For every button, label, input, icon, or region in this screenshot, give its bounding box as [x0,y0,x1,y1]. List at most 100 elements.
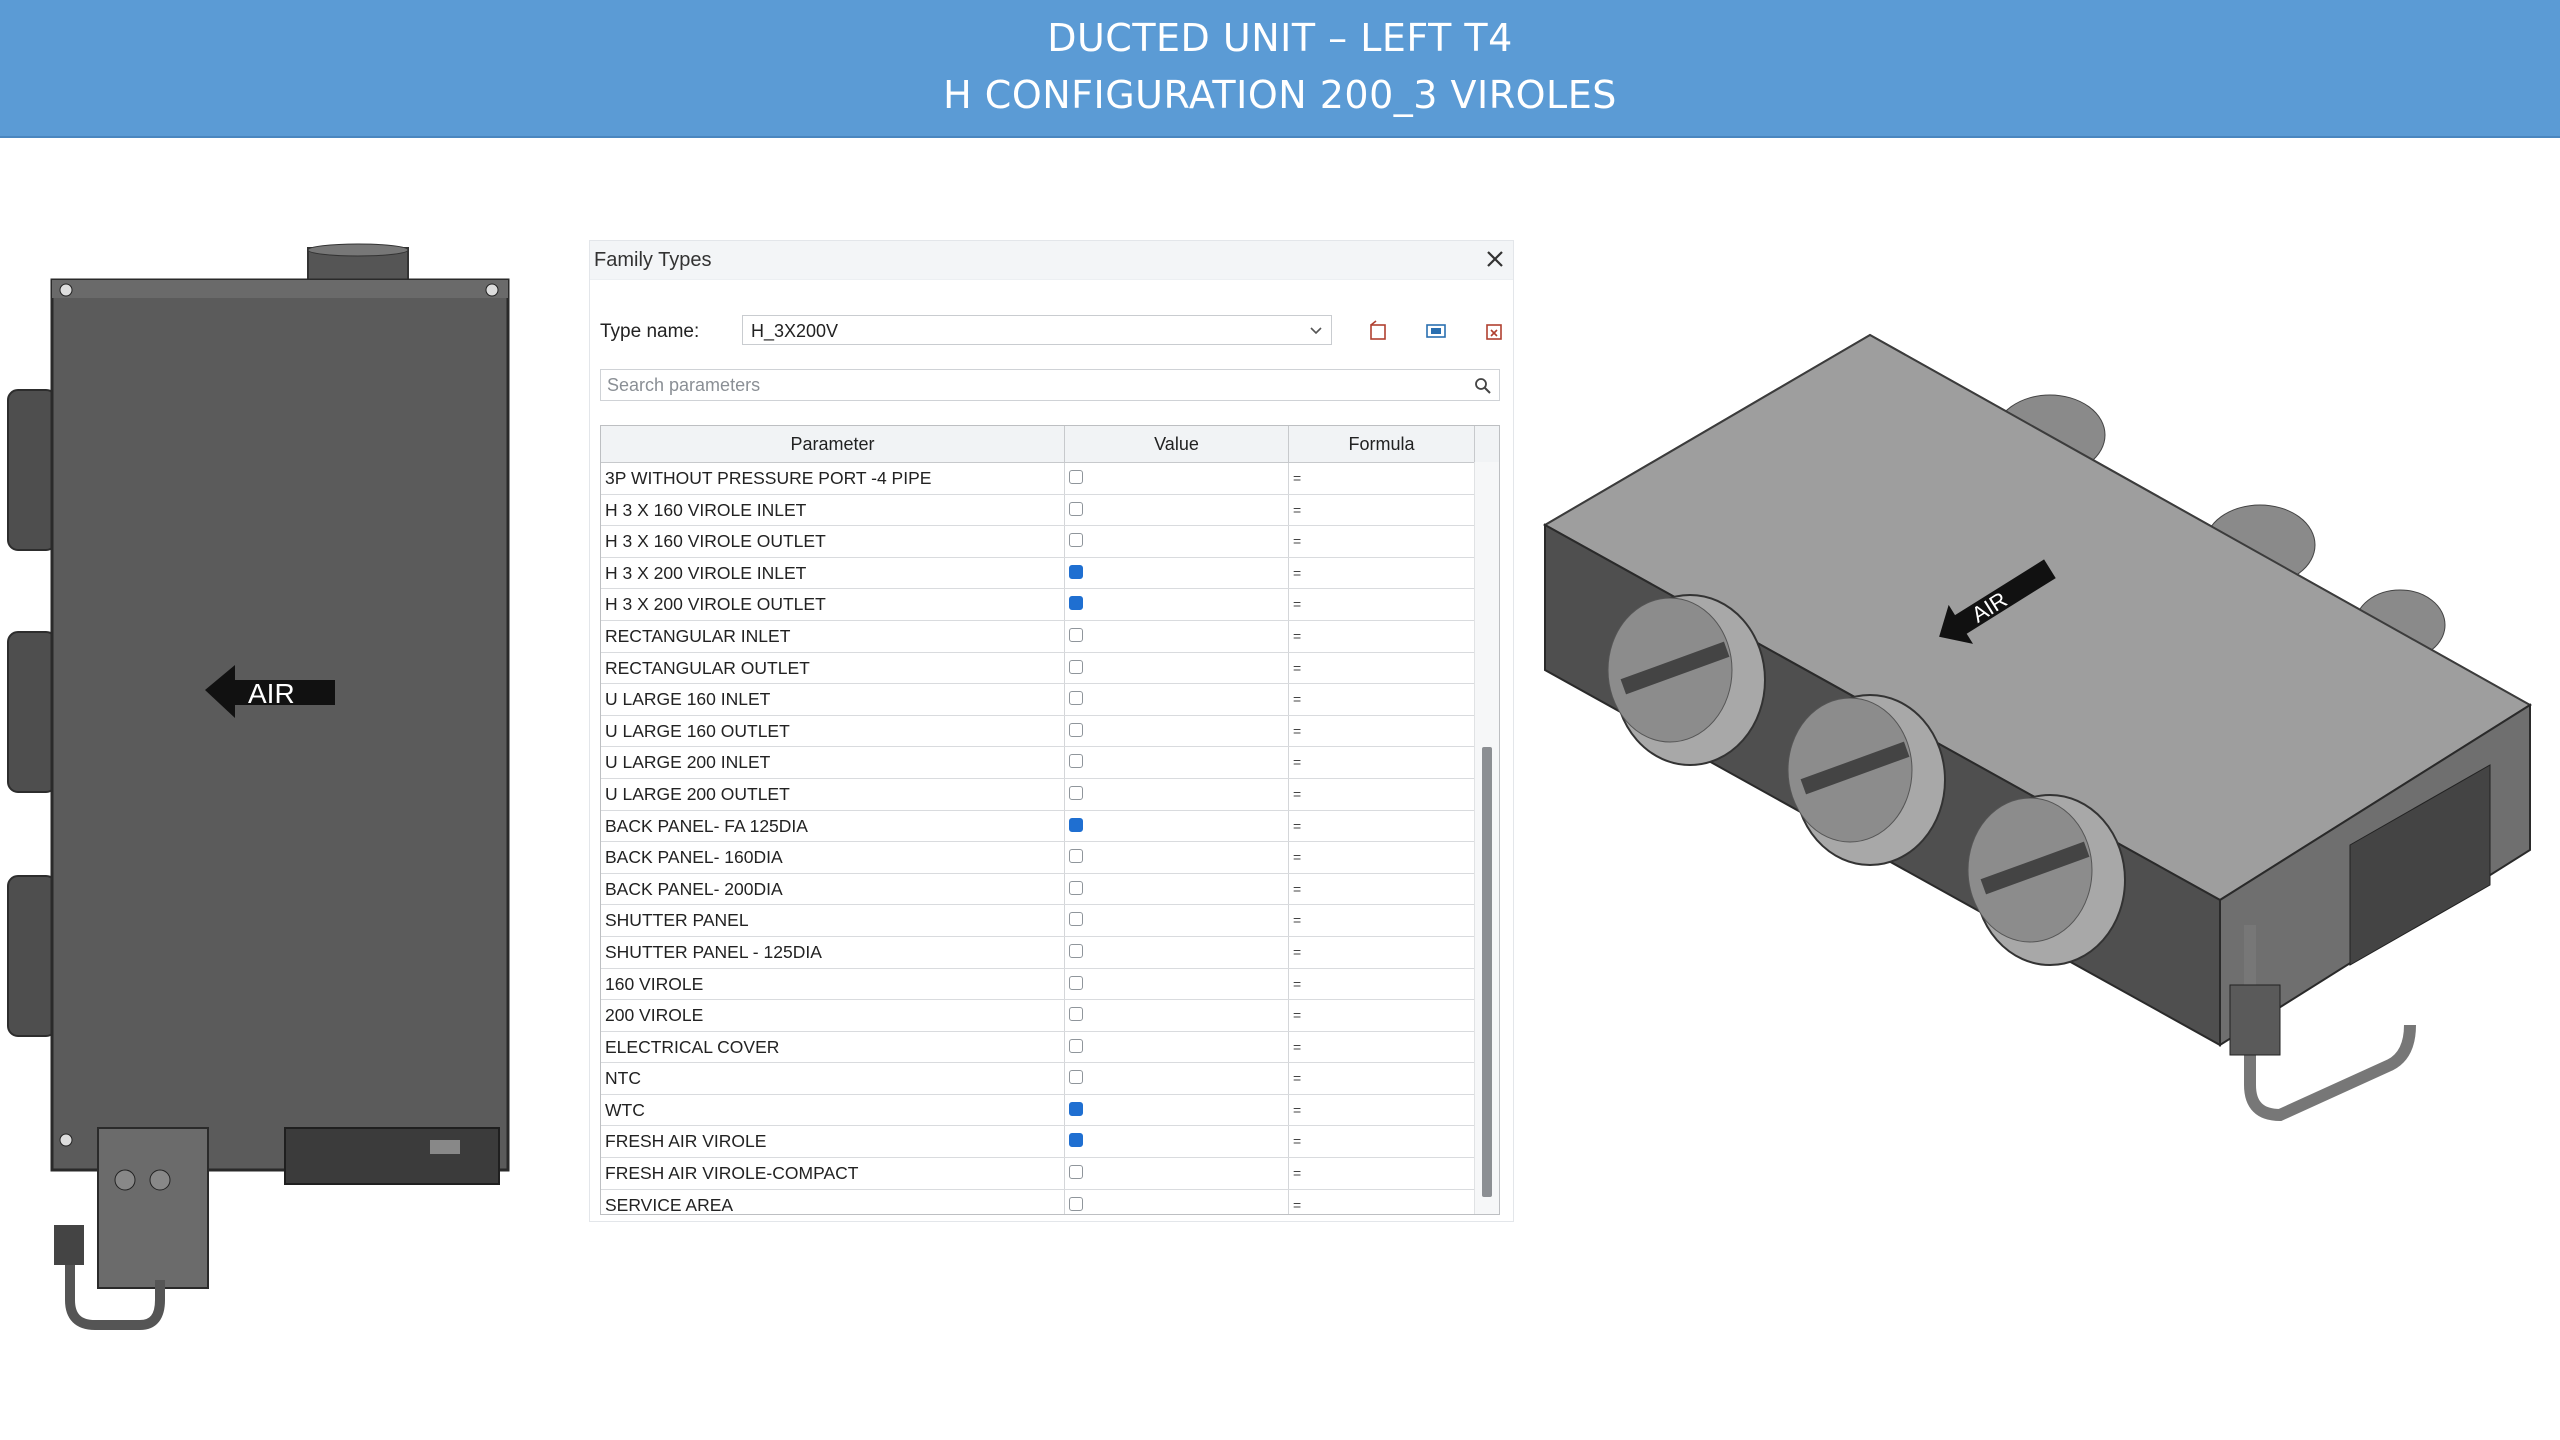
table-row[interactable]: BACK PANEL- FA 125DIA = [601,810,1499,843]
value-cell [1065,589,1289,620]
parameter-name: U LARGE 160 OUTLET [601,715,1065,747]
table-row[interactable]: WTC = [601,1094,1499,1127]
checkbox[interactable] [1069,722,1083,737]
formula-cell[interactable]: = [1289,905,1475,936]
formula-cell[interactable]: = [1289,463,1475,494]
checkbox[interactable] [1069,659,1083,674]
formula-cell[interactable]: = [1289,968,1475,1000]
parameter-name: H 3 X 200 VIROLE OUTLET [601,589,1065,620]
table-row[interactable]: RECTANGULAR OUTLET = [601,652,1499,685]
table-row[interactable]: U LARGE 200 OUTLET = [601,778,1499,811]
value-cell [1065,652,1289,684]
search-parameters-input[interactable]: Search parameters [600,369,1500,401]
table-row[interactable]: U LARGE 200 INLET = [601,747,1499,779]
value-cell [1065,463,1289,494]
table-row[interactable]: H 3 X 160 VIROLE OUTLET = [601,526,1499,558]
formula-cell[interactable]: = [1289,1031,1475,1063]
delete-type-icon[interactable] [1480,317,1508,345]
checkbox-checked[interactable] [1069,1101,1083,1116]
column-header-formula[interactable]: Formula [1289,426,1475,462]
table-row[interactable]: SHUTTER PANEL - 125DIA = [601,936,1499,969]
checkbox[interactable] [1069,849,1083,864]
table-row[interactable]: 160 VIROLE = [601,968,1499,1001]
formula-cell[interactable]: = [1289,1000,1475,1031]
checkbox[interactable] [1069,1196,1083,1211]
column-header-value[interactable]: Value [1065,426,1289,462]
type-name-dropdown[interactable]: H_3X200V [742,315,1332,345]
table-row[interactable]: FRESH AIR VIROLE = [601,1126,1499,1159]
search-placeholder: Search parameters [607,375,761,395]
checkbox[interactable] [1069,1165,1083,1180]
checkbox[interactable] [1069,501,1083,516]
table-row[interactable]: ELECTRICAL COVER = [601,1031,1499,1064]
dialog-titlebar: Family Types [590,241,1513,280]
value-cell [1065,968,1289,1000]
table-row[interactable]: U LARGE 160 INLET = [601,684,1499,716]
formula-cell[interactable]: = [1289,810,1475,842]
value-cell [1065,1094,1289,1126]
formula-cell[interactable]: = [1289,1063,1475,1094]
checkbox[interactable] [1069,1070,1083,1085]
table-row[interactable]: BACK PANEL- 200DIA = [601,873,1499,906]
checkbox[interactable] [1069,754,1083,769]
formula-cell[interactable]: = [1289,557,1475,589]
formula-cell[interactable]: = [1289,1126,1475,1158]
checkbox-checked[interactable] [1069,596,1083,611]
checkbox[interactable] [1069,880,1083,895]
formula-cell[interactable]: = [1289,842,1475,873]
table-row[interactable]: H 3 X 200 VIROLE OUTLET = [601,589,1499,621]
table-row[interactable]: 200 VIROLE = [601,1000,1499,1032]
search-icon[interactable] [1473,376,1493,396]
formula-cell[interactable]: = [1289,620,1475,652]
value-cell [1065,936,1289,968]
table-row[interactable]: H 3 X 160 VIROLE INLET = [601,494,1499,527]
parameter-name: RECTANGULAR INLET [601,620,1065,652]
new-type-icon[interactable] [1364,317,1392,345]
formula-cell[interactable]: = [1289,526,1475,557]
checkbox[interactable] [1069,975,1083,990]
column-header-parameter[interactable]: Parameter [601,426,1065,462]
checkbox[interactable] [1069,627,1083,642]
formula-equals-mark: = [1293,627,1302,644]
checkbox[interactable] [1069,785,1083,800]
formula-cell[interactable]: = [1289,684,1475,715]
checkbox-checked[interactable] [1069,564,1083,579]
formula-cell[interactable]: = [1289,589,1475,620]
table-row[interactable]: H 3 X 200 VIROLE INLET = [601,557,1499,590]
formula-cell[interactable]: = [1289,936,1475,968]
table-row[interactable]: FRESH AIR VIROLE-COMPACT = [601,1158,1499,1190]
checkbox[interactable] [1069,1038,1083,1053]
checkbox[interactable] [1069,912,1083,927]
formula-cell[interactable]: = [1289,873,1475,905]
table-row[interactable]: BACK PANEL- 160DIA = [601,842,1499,874]
table-scrollbar[interactable] [1474,462,1499,1214]
table-row[interactable]: U LARGE 160 OUTLET = [601,715,1499,748]
table-row[interactable]: SERVICE AREA = [601,1189,1499,1214]
close-icon[interactable] [1481,245,1509,273]
checkbox[interactable] [1069,943,1083,958]
table-row[interactable]: SHUTTER PANEL = [601,905,1499,937]
rename-type-icon[interactable] [1422,317,1450,345]
formula-cell[interactable]: = [1289,747,1475,778]
scrollbar-thumb[interactable] [1482,747,1492,1197]
checkbox[interactable] [1069,470,1083,484]
formula-cell[interactable]: = [1289,494,1475,526]
formula-cell[interactable]: = [1289,1189,1475,1214]
checkbox-checked[interactable] [1069,1133,1083,1148]
formula-cell[interactable]: = [1289,652,1475,684]
table-row[interactable]: 3P WITHOUT PRESSURE PORT -4 PIPE = [601,463,1499,495]
checkbox[interactable] [1069,533,1083,548]
formula-cell[interactable]: = [1289,1158,1475,1189]
front-spigot-2 [1787,694,1946,866]
formula-cell[interactable]: = [1289,1094,1475,1126]
formula-cell[interactable]: = [1289,715,1475,747]
table-row[interactable]: RECTANGULAR INLET = [601,620,1499,653]
formula-cell[interactable]: = [1289,778,1475,810]
parameter-name: H 3 X 160 VIROLE OUTLET [601,526,1065,557]
chevron-down-icon [1310,327,1322,335]
checkbox[interactable] [1069,691,1083,706]
checkbox-checked[interactable] [1069,817,1083,832]
parameter-name: ELECTRICAL COVER [601,1031,1065,1063]
table-row[interactable]: NTC = [601,1063,1499,1095]
checkbox[interactable] [1069,1007,1083,1022]
